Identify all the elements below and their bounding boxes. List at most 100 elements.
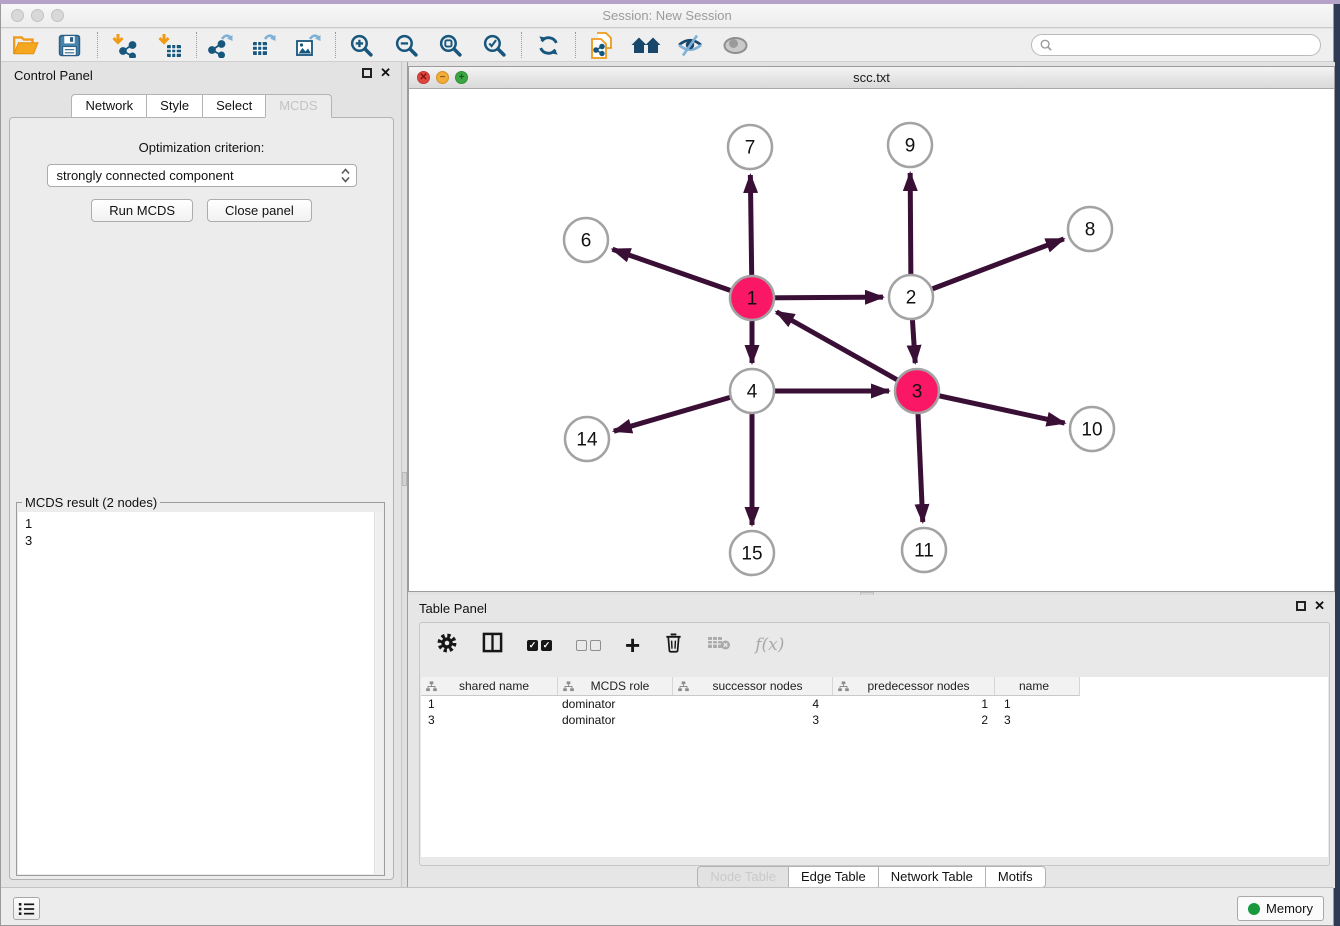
splitter-grip[interactable] xyxy=(402,472,407,486)
graph-node-label: 11 xyxy=(914,541,934,562)
graph-edge[interactable] xyxy=(911,239,1064,297)
result-scrollbar[interactable] xyxy=(374,512,383,874)
toolbar-separator xyxy=(196,32,197,58)
graph-svg: 1234678910111415 xyxy=(409,89,1334,591)
application-window: Session: New Session xyxy=(0,4,1334,926)
show-eye-icon[interactable] xyxy=(720,30,750,60)
graph-node-label: 6 xyxy=(581,231,592,252)
cell-predecessor-nodes: 2 xyxy=(832,713,994,727)
tab-network[interactable]: Network xyxy=(71,94,147,118)
tab-motifs[interactable]: Motifs xyxy=(985,866,1046,888)
cell-name: 1 xyxy=(994,697,1079,711)
import-network-icon[interactable] xyxy=(108,30,138,60)
tab-network-table[interactable]: Network Table xyxy=(878,866,986,888)
graph-edge[interactable] xyxy=(776,312,917,391)
graph-node-label: 7 xyxy=(745,138,756,159)
clone-network-icon[interactable] xyxy=(587,30,617,60)
task-history-button[interactable] xyxy=(13,897,40,920)
column-header-mcds-role[interactable]: MCDS role xyxy=(558,677,673,695)
edges-layer xyxy=(612,173,1064,525)
column-tree-icon xyxy=(838,681,849,692)
run-mcds-button[interactable]: Run MCDS xyxy=(91,199,193,222)
tab-style[interactable]: Style xyxy=(146,94,203,118)
criterion-value: strongly connected component xyxy=(57,168,341,183)
add-column-icon[interactable]: + xyxy=(625,635,640,655)
tab-edge-table[interactable]: Edge Table xyxy=(788,866,879,888)
export-network-icon[interactable] xyxy=(205,30,235,60)
graph-node-label: 9 xyxy=(905,136,916,157)
network-window: ✕ − + scc.txt 1234678910111415 xyxy=(408,66,1335,592)
unselect-all-icon[interactable] xyxy=(576,640,601,651)
export-table-icon[interactable] xyxy=(249,30,279,60)
network-window-title: scc.txt xyxy=(409,70,1334,85)
select-all-icon[interactable]: ✓✓ xyxy=(527,640,552,651)
float-table-panel-icon[interactable] xyxy=(1296,601,1306,611)
hide-eye-icon[interactable] xyxy=(675,30,705,60)
refresh-icon[interactable] xyxy=(533,30,563,60)
home-icon[interactable] xyxy=(631,30,661,60)
cell-mcds-role: dominator xyxy=(557,697,672,711)
toolbar-separator xyxy=(335,32,336,58)
control-panel: Control Panel ✕ Network Style Select MCD… xyxy=(1,62,401,888)
column-header-name[interactable]: name xyxy=(995,677,1079,695)
network-window-titlebar: ✕ − + scc.txt xyxy=(409,67,1334,89)
cell-successor-nodes: 4 xyxy=(672,697,832,711)
table-row[interactable]: 3 dominator 3 2 3 xyxy=(421,712,1328,728)
zoom-out-icon[interactable] xyxy=(391,30,421,60)
mcds-tab-content: Optimization criterion: strongly connect… xyxy=(9,117,394,880)
right-column: ✕ − + scc.txt 1234678910111415 xyxy=(408,62,1335,888)
memory-button[interactable]: Memory xyxy=(1237,896,1324,921)
list-icon xyxy=(18,902,35,916)
zoom-selected-icon[interactable] xyxy=(479,30,509,60)
column-tree-icon xyxy=(563,681,574,692)
close-panel-button[interactable]: Close panel xyxy=(207,199,312,222)
graph-node-label: 1 xyxy=(747,289,758,310)
close-table-panel-icon[interactable]: ✕ xyxy=(1314,600,1325,612)
table-header-row: shared name MCDS role successor nodes xyxy=(421,677,1080,696)
table-panel: Table Panel ✕ ✓✓ + xyxy=(408,595,1335,888)
zoom-in-icon[interactable] xyxy=(346,30,376,60)
cell-shared-name: 3 xyxy=(421,713,557,727)
search-icon xyxy=(1040,39,1052,51)
graph-node-label: 10 xyxy=(1081,420,1102,441)
table-panel-box: ✓✓ + f(x) shared name xyxy=(419,622,1330,866)
criterion-dropdown[interactable]: strongly connected component xyxy=(47,164,357,187)
column-header-successor-nodes[interactable]: successor nodes xyxy=(673,677,833,695)
dropdown-stepper-icon xyxy=(341,168,350,183)
zoom-fit-icon[interactable] xyxy=(435,30,465,60)
mcds-result-text: 1 3 xyxy=(18,512,374,874)
settings-gear-icon[interactable] xyxy=(436,632,458,659)
search-input[interactable] xyxy=(1057,38,1312,52)
graph-node-label: 4 xyxy=(747,382,758,403)
export-image-icon[interactable] xyxy=(293,30,323,60)
search-box[interactable] xyxy=(1031,34,1321,56)
tab-mcds[interactable]: MCDS xyxy=(265,94,331,118)
float-panel-icon[interactable] xyxy=(362,68,372,78)
vertical-splitter[interactable] xyxy=(401,62,408,888)
graph-node-label: 8 xyxy=(1085,220,1096,241)
show-columns-icon[interactable] xyxy=(482,632,503,658)
cell-successor-nodes: 3 xyxy=(672,713,832,727)
close-panel-icon[interactable]: ✕ xyxy=(380,67,391,79)
delete-column-icon[interactable] xyxy=(664,632,683,658)
tab-node-table[interactable]: Node Table xyxy=(697,866,789,888)
open-folder-icon[interactable] xyxy=(11,30,41,60)
toolbar-separator xyxy=(521,32,522,58)
mcds-result-title: MCDS result (2 nodes) xyxy=(22,495,160,510)
window-titlebar: Session: New Session xyxy=(1,4,1333,28)
graph-node-label: 15 xyxy=(741,544,762,565)
save-icon[interactable] xyxy=(54,30,84,60)
network-canvas[interactable]: 1234678910111415 xyxy=(409,89,1334,591)
graph-node-label: 2 xyxy=(906,288,917,309)
mcds-result-fieldset: MCDS result (2 nodes) 1 3 xyxy=(16,495,385,876)
status-bar: Memory xyxy=(1,887,1333,925)
table-row[interactable]: 1 dominator 4 1 1 xyxy=(421,696,1328,712)
import-table-icon[interactable] xyxy=(154,30,184,60)
function-builder-icon: f(x) xyxy=(755,635,784,655)
column-header-shared-name[interactable]: shared name xyxy=(421,677,558,695)
column-tree-icon xyxy=(678,681,689,692)
cell-mcds-role: dominator xyxy=(557,713,672,727)
column-header-predecessor-nodes[interactable]: predecessor nodes xyxy=(833,677,995,695)
main-toolbar xyxy=(1,29,1333,62)
tab-select[interactable]: Select xyxy=(202,94,266,118)
